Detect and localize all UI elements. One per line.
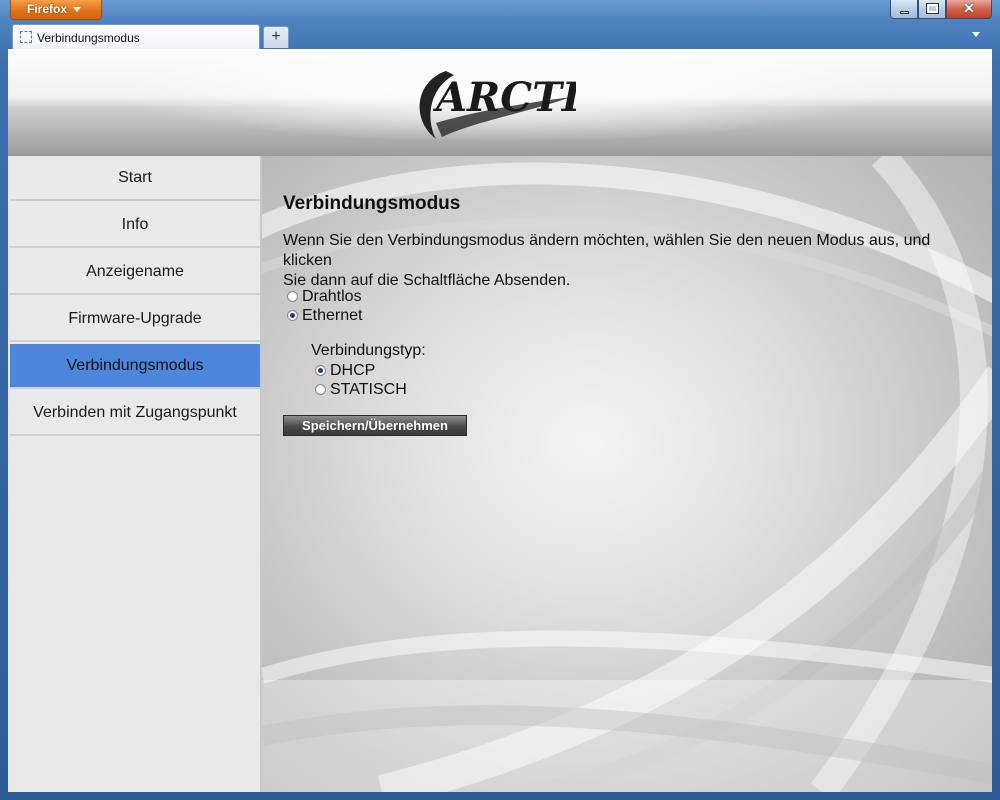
sidebar-item-info[interactable]: Info — [10, 203, 260, 248]
sidebar: Start Info Anzeigename Firmware-Upgrade … — [8, 156, 262, 792]
chevron-down-icon — [73, 7, 81, 12]
connection-mode-form: Verbindungsmodus Wenn Sie den Verbindung… — [262, 156, 992, 680]
page-viewport: ARCTIC Start Info Anzeigename Firmware-U… — [8, 49, 992, 792]
close-icon: ✕ — [963, 0, 975, 16]
connection-type-label: Verbindungstyp: — [311, 342, 426, 359]
sidebar-item-label: Anzeigename — [86, 263, 184, 280]
main-panel: Verbindungsmodus Wenn Sie den Verbindung… — [262, 156, 992, 792]
radio-button[interactable] — [287, 291, 298, 302]
maximize-button[interactable] — [918, 0, 946, 19]
sidebar-item-start[interactable]: Start — [10, 156, 260, 201]
tab-label: Verbindungsmodus — [37, 31, 140, 45]
radio-ethernet[interactable]: Ethernet — [287, 306, 362, 325]
firefox-menu-button[interactable]: Firefox — [10, 0, 102, 20]
sidebar-item-anzeigename[interactable]: Anzeigename — [10, 250, 260, 295]
logo-swoosh-icon: ARCTIC — [419, 71, 613, 139]
plus-icon: + — [271, 28, 281, 45]
arctic-logo: ARCTIC — [406, 59, 613, 149]
radio-button[interactable] — [315, 365, 326, 376]
sidebar-item-firmware-upgrade[interactable]: Firmware-Upgrade — [10, 297, 260, 342]
sidebar-item-verbindungsmodus[interactable]: Verbindungsmodus — [10, 344, 260, 389]
page-title: Verbindungsmodus — [283, 193, 461, 214]
page-header: ARCTIC — [8, 49, 992, 156]
close-window-button[interactable]: ✕ — [946, 0, 992, 19]
radio-label: Drahtlos — [302, 288, 362, 305]
sidebar-item-verbinden-mit-zugangspunkt[interactable]: Verbinden mit Zugangspunkt — [10, 391, 260, 436]
intro-line-1: Wenn Sie den Verbindungsmodus ändern möc… — [283, 232, 931, 269]
minimize-button[interactable] — [890, 0, 918, 19]
radio-statisch[interactable]: STATISCH — [315, 380, 407, 399]
sidebar-item-label: Info — [121, 216, 149, 233]
radio-dhcp[interactable]: DHCP — [315, 361, 375, 380]
intro-line-2: Sie dann auf die Schaltfläche Absenden. — [283, 272, 571, 289]
sidebar-item-label: Verbinden mit Zugangspunkt — [33, 404, 237, 421]
intro-text: Wenn Sie den Verbindungsmodus ändern möc… — [283, 231, 973, 291]
radio-label: Ethernet — [302, 307, 363, 324]
list-all-tabs-icon[interactable] — [972, 32, 980, 37]
tab-strip: Verbindungsmodus + — [0, 24, 1000, 49]
tab-verbindungsmodus[interactable]: Verbindungsmodus — [12, 24, 260, 49]
sidebar-item-label: Start — [118, 169, 152, 186]
new-tab-button[interactable]: + — [263, 26, 289, 48]
logo-text: ARCTIC — [432, 74, 576, 121]
radio-button[interactable] — [315, 384, 326, 395]
maximize-icon — [926, 3, 939, 14]
title-bar: Firefox ✕ — [0, 0, 1000, 24]
browser-window: Firefox ✕ Verbindungsmodus + ARCT Start … — [0, 0, 1000, 800]
sidebar-item-label: Firmware-Upgrade — [68, 310, 202, 327]
minimize-icon — [900, 11, 909, 14]
radio-label: DHCP — [330, 362, 376, 379]
page-icon — [20, 31, 32, 43]
save-apply-button[interactable]: Speichern/Übernehmen — [283, 415, 467, 436]
radio-label: STATISCH — [330, 381, 407, 398]
sidebar-item-label: Verbindungsmodus — [66, 357, 204, 374]
firefox-menu-label: Firefox — [27, 2, 68, 16]
radio-drahtlos[interactable]: Drahtlos — [287, 287, 362, 306]
radio-button[interactable] — [287, 310, 298, 321]
